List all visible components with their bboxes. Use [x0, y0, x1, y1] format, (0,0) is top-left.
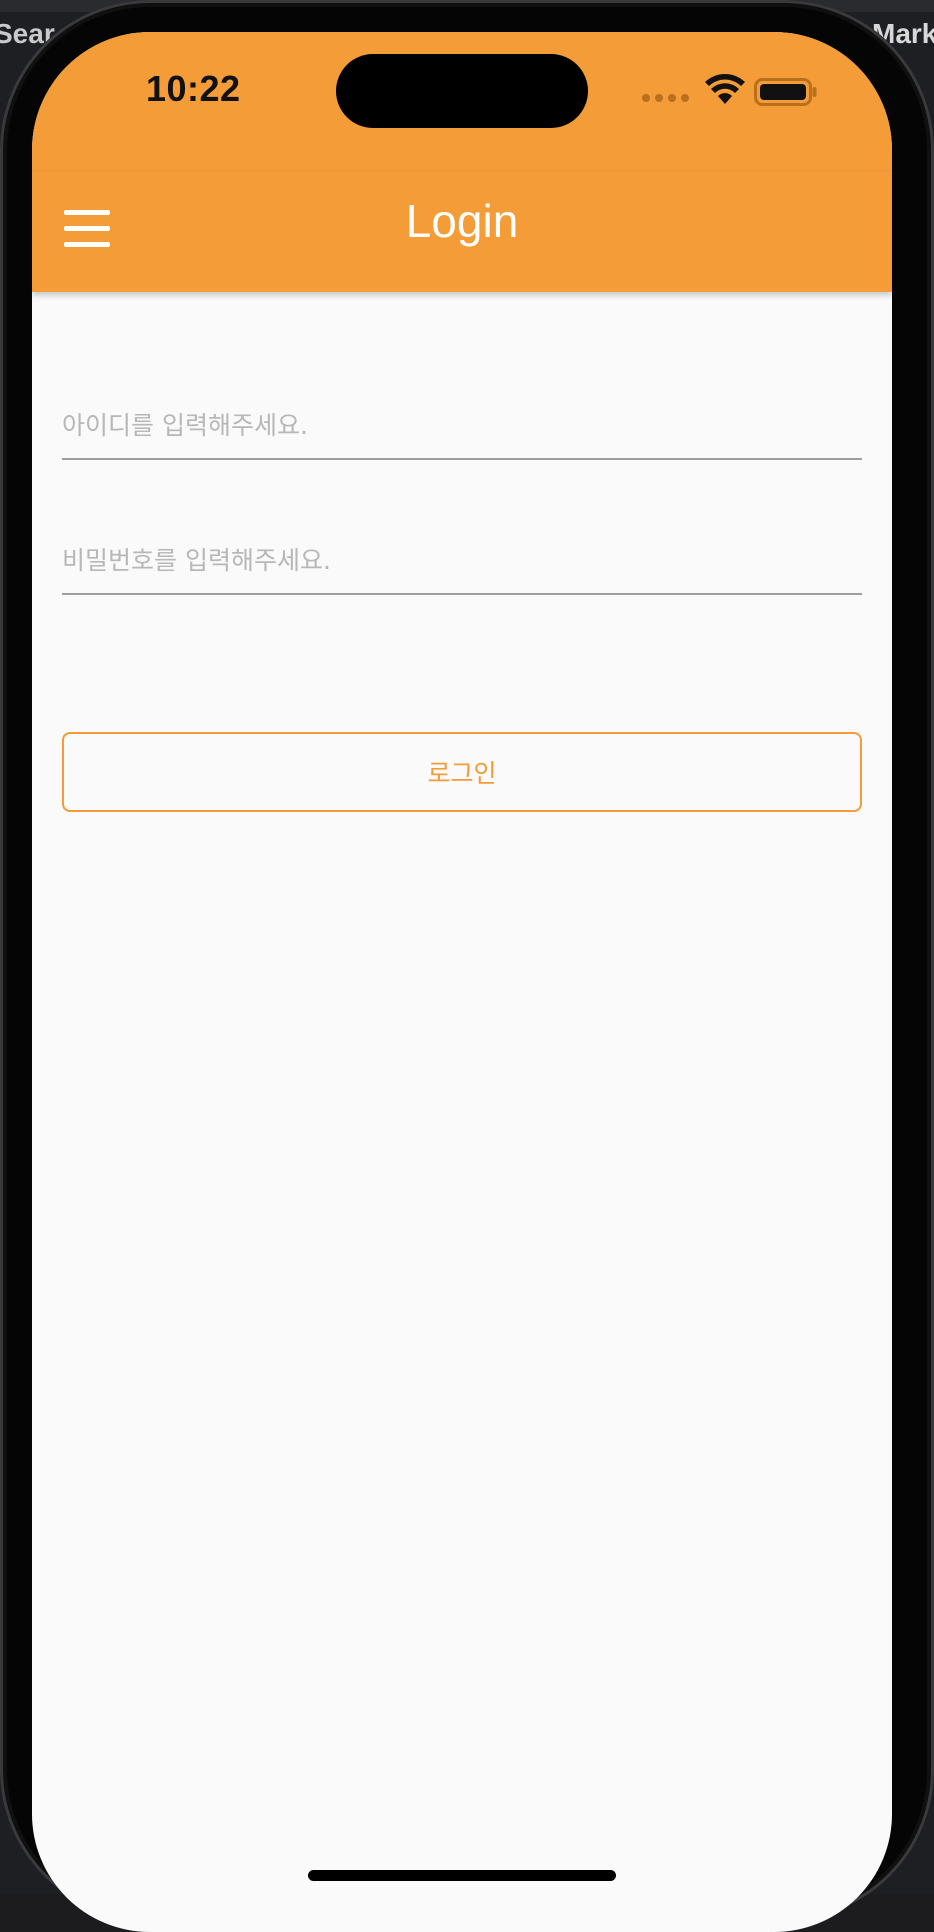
- status-bar: 10:22: [32, 32, 892, 172]
- login-button[interactable]: 로그인: [62, 732, 862, 812]
- phone-screen: 10:22 Login 아이디를 입력해주세요. 로그인: [32, 32, 892, 1932]
- app-bar: Login: [32, 172, 892, 292]
- id-input[interactable]: [62, 411, 862, 440]
- status-time: 10:22: [146, 68, 241, 109]
- page-title: Login: [405, 195, 519, 247]
- cellular-signal-icon: [642, 94, 689, 102]
- home-indicator[interactable]: [308, 1870, 616, 1881]
- password-field: [62, 497, 862, 595]
- password-input[interactable]: [62, 546, 862, 575]
- wifi-icon: [705, 74, 745, 104]
- id-field: [62, 362, 862, 460]
- phone-frame: 10:22 Login 아이디를 입력해주세요. 로그인: [0, 0, 934, 1932]
- battery-icon: [754, 78, 817, 106]
- dynamic-island: [336, 54, 588, 128]
